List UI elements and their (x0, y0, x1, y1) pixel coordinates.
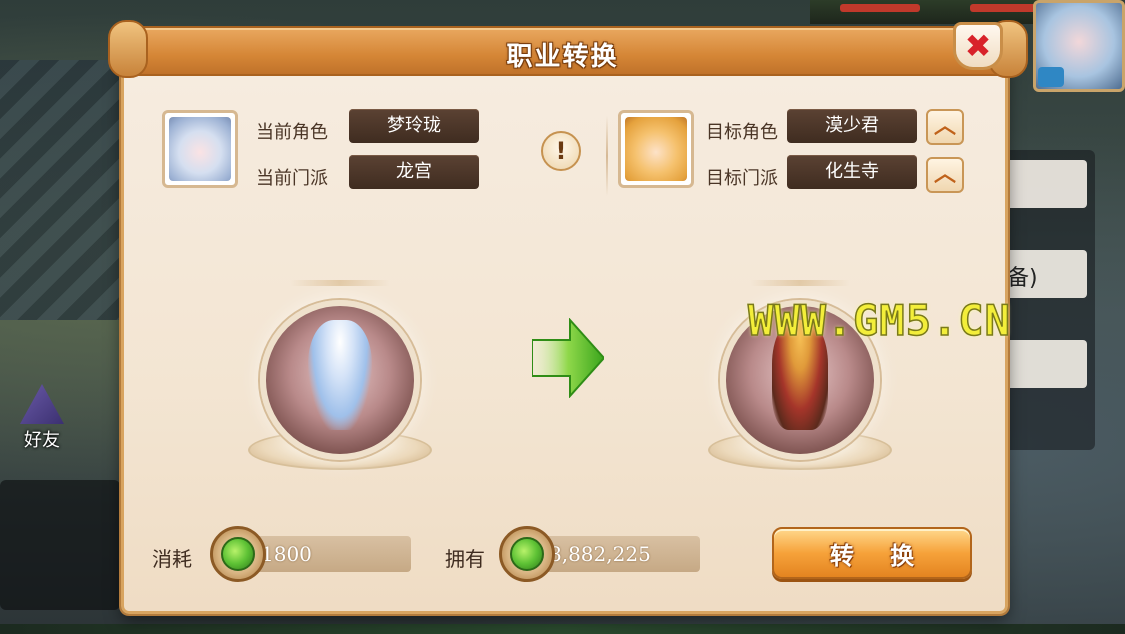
target-school-select-button[interactable]: ︿ (926, 157, 964, 193)
owned-label: 拥有 (445, 547, 485, 571)
current-role-info: 当前角色 梦玲珑 当前门派 龙宫 (156, 100, 596, 196)
chevron-up-icon: ︿ (933, 114, 956, 139)
target-school-value: 化生寺 (787, 155, 917, 189)
target-school-label: 目标门派 (706, 168, 778, 189)
side-menu-slot[interactable] (1003, 340, 1087, 388)
target-role-select-button[interactable]: ︿ (926, 109, 964, 145)
convert-button-label: 转 换 (829, 541, 929, 570)
cost-amount: 1800 (245, 536, 411, 572)
current-character-stage (230, 280, 450, 500)
watermark-text: WWW.GM5.CN (747, 295, 1011, 346)
bottom-exp-bar (0, 624, 1125, 634)
chevron-up-icon: ︿ (933, 162, 956, 187)
current-role-portrait (162, 110, 238, 188)
side-menu-slot[interactable]: 备) (1003, 250, 1087, 298)
jade-coin-icon (499, 526, 555, 582)
current-school-value: 龙宫 (349, 155, 479, 189)
target-role-value: 漠少君 (787, 109, 917, 143)
convert-button[interactable]: 转 换 (772, 527, 972, 579)
arrow-right-icon (532, 318, 604, 398)
friends-label: 好友 (24, 430, 60, 451)
current-role-value: 梦玲珑 (349, 109, 479, 143)
side-menu-slot[interactable] (1003, 160, 1087, 208)
girl-portrait-icon (169, 117, 231, 181)
close-icon: ✖ (964, 27, 992, 65)
stage-top-ornament (750, 280, 850, 286)
divider (606, 116, 608, 196)
target-role-portrait (618, 110, 694, 188)
current-character-sprite (308, 320, 372, 430)
boy-portrait-icon (625, 117, 687, 181)
target-role-label: 目标角色 (706, 122, 778, 143)
hp-bar (840, 4, 920, 12)
info-button[interactable]: ! (541, 131, 581, 171)
chat-panel[interactable] (0, 480, 120, 610)
cost-label: 消耗 (152, 547, 192, 571)
stage-top-ornament (290, 280, 390, 286)
jade-coin-icon (210, 526, 266, 582)
scene-roof-decoration (0, 60, 120, 320)
exclamation-icon: ! (555, 137, 567, 165)
owned-amount: 8,882,225 (533, 536, 700, 572)
close-button[interactable]: ✖ (953, 22, 1003, 70)
wizard-hat-icon (20, 384, 64, 424)
side-menu-text: 备) (1007, 266, 1038, 291)
current-school-label: 当前门派 (256, 168, 328, 189)
current-role-label: 当前角色 (256, 122, 328, 143)
friends-button[interactable]: 好友 (12, 384, 72, 454)
mp-bar (970, 4, 1040, 12)
